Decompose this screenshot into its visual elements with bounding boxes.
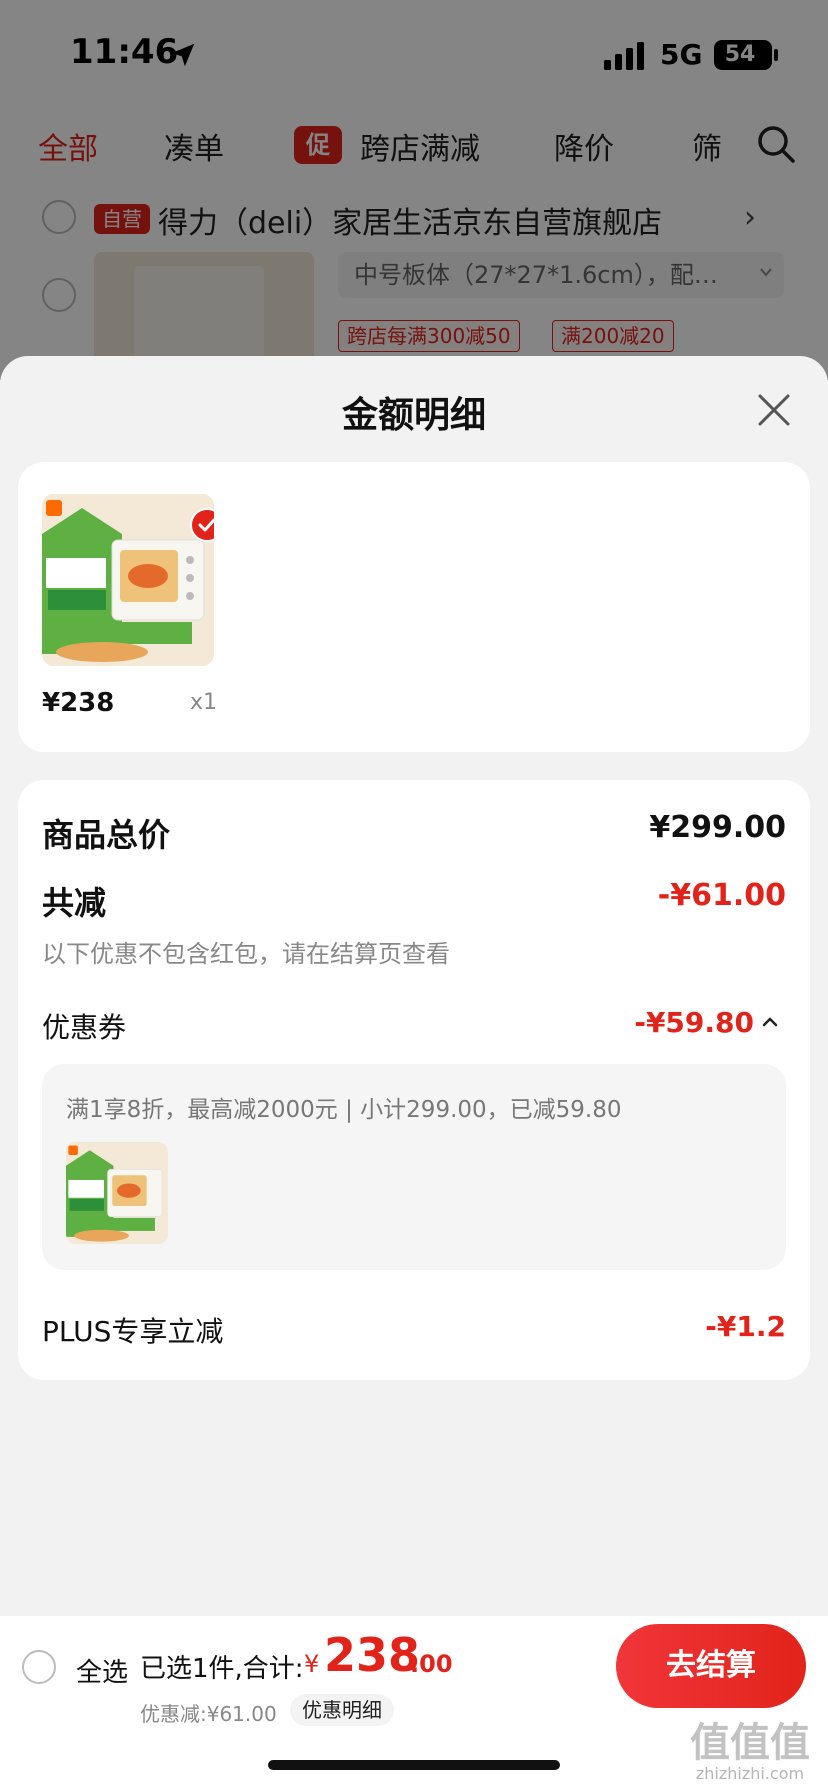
discount-note: 以下优惠不包含红包，请在结算页查看 bbox=[42, 940, 450, 968]
cart-page-background: 11:46 5G 54 全部 凑单 促 跨店满减 降价 筛 自营 得力（deli… bbox=[0, 0, 828, 380]
product-thumbnail[interactable] bbox=[42, 494, 214, 666]
oven-product-image bbox=[66, 1142, 168, 1244]
discount-detail-button[interactable]: 优惠明细 bbox=[290, 1694, 394, 1726]
coupon-product-thumbnail bbox=[66, 1142, 168, 1244]
item-price: ¥238 bbox=[42, 688, 115, 718]
price-details-card: 商品总价 ¥299.00 共减 -¥61.00 以下优惠不包含红包，请在结算页查… bbox=[18, 780, 810, 1380]
oven-product-image bbox=[42, 494, 214, 666]
coupon-value[interactable]: -¥59.80 bbox=[634, 1006, 754, 1039]
coupon-detail-box: 满1享8折，最高减2000元 | 小计299.00，已减59.80 bbox=[42, 1064, 786, 1270]
item-quantity: x1 bbox=[190, 690, 218, 715]
checked-icon[interactable] bbox=[190, 508, 214, 542]
select-all-radio[interactable] bbox=[22, 1650, 56, 1684]
watermark: 值值值 zhizhizhi.com bbox=[680, 1722, 820, 1792]
coupon-description: 满1享8折，最高减2000元 | 小计299.00，已减59.80 bbox=[66, 1097, 622, 1123]
checkout-button[interactable]: 去结算 bbox=[616, 1624, 806, 1708]
modal-overlay[interactable] bbox=[0, 0, 828, 380]
total-amount: 238 bbox=[324, 1628, 421, 1682]
sheet-title: 金额明细 bbox=[341, 395, 486, 436]
total-discount-label: 共减 bbox=[42, 884, 107, 922]
selected-items-card: ¥238 x1 bbox=[18, 462, 810, 752]
watermark-mark: 值值值 bbox=[690, 1720, 810, 1766]
total-decimal: .00 bbox=[410, 1650, 453, 1678]
total-currency: ¥ bbox=[304, 1650, 320, 1678]
close-icon[interactable] bbox=[752, 388, 796, 432]
checkout-bar: 全选 已选1件,合计: ¥ 238 .00 优惠减:¥61.00 优惠明细 去结… bbox=[0, 1616, 828, 1792]
amount-detail-sheet: 金额明细 ¥238 x1 商品总价 ¥299.00 共减 -¥61.00 以下优… bbox=[0, 356, 828, 1792]
goods-total-value: ¥299.00 bbox=[649, 810, 786, 845]
coupon-label[interactable]: 优惠券 bbox=[42, 1006, 126, 1046]
select-all-label[interactable]: 全选 bbox=[76, 1652, 128, 1689]
home-indicator[interactable] bbox=[268, 1760, 560, 1770]
plus-discount-value: -¥1.2 bbox=[705, 1310, 786, 1343]
saved-amount: 优惠减:¥61.00 bbox=[140, 1702, 277, 1726]
watermark-domain: zhizhizhi.com bbox=[695, 1764, 805, 1783]
selected-summary: 已选1件,合计: bbox=[140, 1654, 304, 1684]
goods-total-label: 商品总价 bbox=[42, 816, 171, 854]
plus-discount-label: PLUS专享立减 bbox=[42, 1315, 224, 1348]
total-discount-value: -¥61.00 bbox=[657, 878, 786, 913]
chevron-up-icon[interactable] bbox=[760, 1012, 780, 1032]
